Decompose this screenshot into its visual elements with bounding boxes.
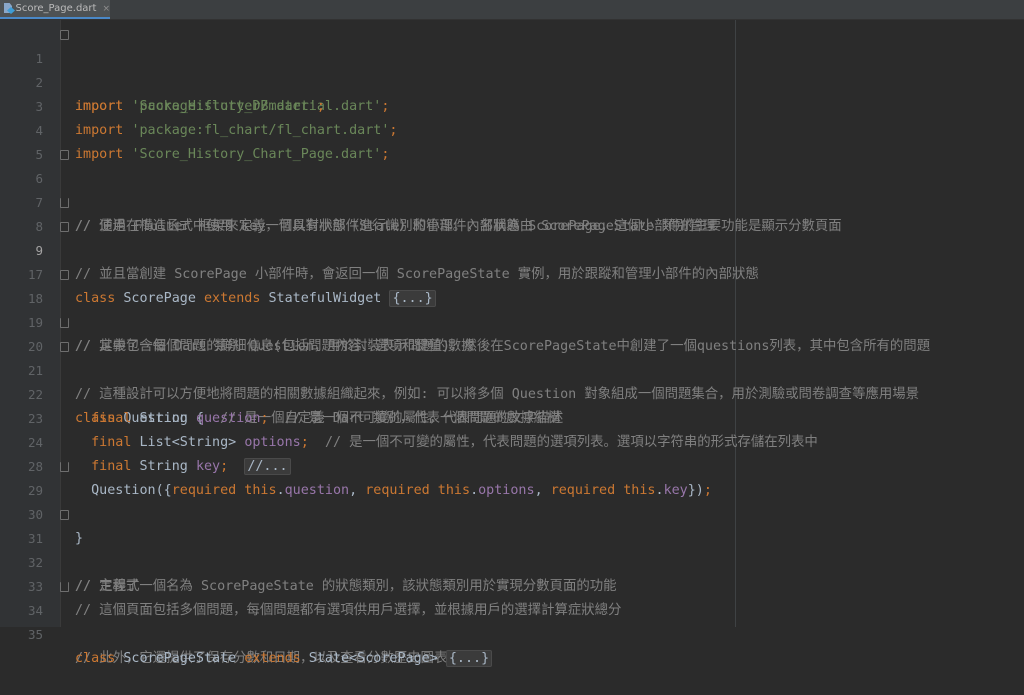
- code-line: 31 // 主程式: [0, 503, 1024, 594]
- code-line: 28 Question({required this.question, req…: [0, 431, 1024, 498]
- code-line: 30: [0, 479, 1024, 522]
- fold-icon[interactable]: [60, 198, 69, 208]
- fold-icon[interactable]: [60, 462, 69, 472]
- code-line: 1 import 'package:flutter/material.dart'…: [0, 23, 1024, 114]
- fold-icon[interactable]: [60, 510, 69, 520]
- tab-label: Score_Page.dart: [15, 3, 97, 14]
- fold-icon[interactable]: [60, 30, 69, 40]
- code-line: 20 // 這種設計可以方便地將問題的相關數據組織起來，例如: 可以將多個 Qu…: [0, 311, 1024, 402]
- code-line: 7 // 通過在構造函式中使用 key，可以對小部件進行識別和管理。內部狀態由 …: [0, 167, 1024, 234]
- fold-icon[interactable]: [60, 150, 69, 160]
- code-line: 23 final List<String> options; // 是一個不可變…: [0, 383, 1024, 450]
- fold-icon[interactable]: [60, 318, 69, 328]
- code-line: 24 final String key; //...: [0, 407, 1024, 475]
- code-line: 29 }: [0, 455, 1024, 546]
- keyword-token: extends: [244, 651, 301, 666]
- code-line: 21 class Question { // 是一個自定義 Dart 類別，代表…: [0, 335, 1024, 426]
- code-line: 17: [0, 239, 1024, 282]
- editor-tab-bar: Score_Page.dart ×: [0, 0, 1024, 20]
- code-line: 2 import 'Score_History_DB.dart';: [0, 47, 1024, 114]
- code-line: 33 // 這個頁面包括多個問題，每個問題都有選項供用戶選擇，並根據用戶的選擇計…: [0, 551, 1024, 618]
- fold-icon[interactable]: [60, 342, 69, 352]
- code-line: 3 import 'package:fl_chart/fl_chart.dart…: [0, 71, 1024, 138]
- code-line: 6 // 使用 Flutter 框架來定義一個具有狀態（State）的小部件，名…: [0, 143, 1024, 234]
- code-line: 34 // 此外，它還提供了保存分數和日期，以及查看分數歷史圖表的功能: [0, 575, 1024, 666]
- code-line: 9 class ScorePage extends StatefulWidget…: [0, 215, 1024, 307]
- folded-block[interactable]: {...}: [445, 650, 493, 667]
- tab-score-page-dart[interactable]: Score_Page.dart ×: [0, 0, 110, 19]
- close-icon[interactable]: ×: [102, 4, 110, 14]
- code-line: 19 // 其中包含每個問題的詳細信息(包括問題內容、選項和鍵值)，然後在Sco…: [0, 287, 1024, 354]
- code-line: 32 // 定義了一個名為 ScorePageState 的狀態類別，該狀態類別…: [0, 527, 1024, 594]
- code-line: 35 class ScorePageState extends State<Sc…: [0, 599, 1024, 667]
- keyword-token: class: [75, 651, 116, 666]
- fold-icon[interactable]: [60, 222, 69, 232]
- dart-file-icon: [4, 3, 15, 14]
- code-line: 18 // 定義了一個 Dart 類別 Question，用於封裝表示問題的數據: [0, 263, 1024, 354]
- code-line: 5: [0, 119, 1024, 162]
- code-line: 8 // 並且當創建 ScorePage 小部件時，會返回一個 ScorePag…: [0, 191, 1024, 282]
- code-text: class ScorePageState extends State<Score…: [75, 647, 493, 671]
- code-line: 22 final String question; // 是一個不可變的屬性，代…: [0, 359, 1024, 426]
- code-line: 4 import 'Score_History_Chart_Page.dart'…: [0, 95, 1024, 162]
- fold-icon[interactable]: [60, 582, 69, 592]
- fold-icon[interactable]: [60, 270, 69, 280]
- code-editor[interactable]: 1 import 'package:flutter/material.dart'…: [0, 20, 1024, 667]
